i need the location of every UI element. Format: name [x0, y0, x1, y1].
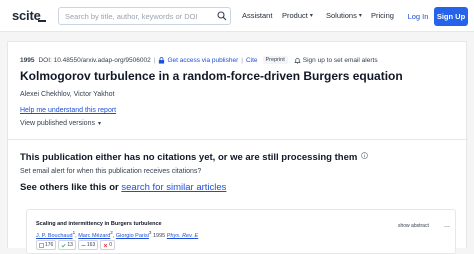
more-options-icon[interactable]: ... — [444, 222, 450, 229]
paper-authors: Alexei Chekhlov, Victor Yakhot — [20, 91, 115, 98]
nav-solutions-label: Solutions — [326, 11, 357, 20]
paper-doi[interactable]: DOI: 10.48550/arxiv.adap-org/9506002 — [38, 57, 150, 64]
bell-icon — [293, 57, 301, 64]
related-authors: J. P. Bouchaud1, Marc Mézard2, Giorgio P… — [36, 230, 199, 239]
search-input[interactable] — [58, 7, 231, 25]
login-button[interactable]: Log In — [405, 9, 431, 24]
mentioning-icon — [81, 244, 86, 246]
top-navbar: scite Assistant Product▾ Solutions▾ Pric… — [0, 0, 474, 32]
no-citations-heading: This publication either has no citations… — [20, 152, 368, 163]
chevron-down-icon: ▾ — [97, 121, 101, 127]
search-icon[interactable] — [217, 11, 227, 21]
nav-assistant[interactable]: Assistant — [242, 11, 272, 20]
see-others-heading: See others like this or search for simil… — [20, 182, 226, 193]
chevron-down-icon: ▾ — [358, 13, 362, 19]
related-journal[interactable]: Phys. Rev. E — [167, 233, 198, 239]
divider — [8, 139, 468, 140]
scite-logo[interactable]: scite — [12, 8, 41, 23]
related-year: 1995 — [153, 232, 166, 239]
paper-year: 1995 — [20, 56, 35, 64]
contrasting-badge[interactable]: 0 — [100, 240, 116, 250]
see-others-text: See others like this or — [20, 182, 122, 193]
related-author[interactable]: Marc Mézard — [78, 233, 110, 239]
nav-product-label: Product — [282, 11, 308, 20]
published-versions-toggle[interactable]: View published versions ▾ — [20, 120, 101, 127]
contrasting-icon — [104, 243, 108, 247]
paper-meta: 1995 DOI: 10.48550/arxiv.adap-org/950600… — [20, 56, 378, 64]
related-title[interactable]: Scaling and intermittency in Burgers tur… — [36, 221, 162, 227]
info-icon[interactable] — [361, 152, 368, 159]
signup-button[interactable]: Sign Up — [434, 7, 468, 26]
versions-label: View published versions — [20, 120, 95, 127]
lock-icon — [159, 56, 165, 64]
chevron-down-icon: ▾ — [309, 13, 313, 19]
similar-articles-link[interactable]: search for similar articles — [121, 182, 226, 193]
cite-link[interactable]: Cite — [246, 57, 258, 64]
paper-title: Kolmogorov turbulence in a random-force-… — [20, 69, 403, 83]
preprint-badge: Preprint — [262, 56, 288, 64]
related-author[interactable]: J. P. Bouchaud — [36, 233, 73, 239]
email-alert-label: Set email alert for when this publicatio… — [20, 168, 202, 175]
mentioning-badge[interactable]: 163 — [77, 240, 99, 250]
show-abstract-button[interactable]: show abstract — [398, 223, 429, 229]
paper-card: 1995 DOI: 10.48550/arxiv.adap-org/950600… — [7, 41, 468, 254]
citations-badge[interactable]: 176 — [36, 240, 57, 250]
related-article-card[interactable]: Scaling and intermittency in Burgers tur… — [26, 209, 456, 254]
nav-pricing-label: Pricing — [371, 11, 394, 20]
supporting-badge[interactable]: 13 — [58, 240, 76, 250]
nav-product[interactable]: Product ▾ — [282, 11, 313, 20]
citations-icon — [39, 242, 44, 248]
nav-pricing[interactable]: Pricing — [371, 11, 394, 20]
access-link[interactable]: Get access via publisher — [167, 57, 238, 64]
logo-underscore — [38, 20, 46, 22]
email-alerts-link[interactable]: Sign up to set email alerts — [303, 57, 378, 64]
nav-assistant-label: Assistant — [242, 11, 273, 20]
citation-badges: 176 13 163 0 — [36, 240, 116, 250]
help-link[interactable]: Help me understand this report — [20, 107, 116, 114]
nav-solutions[interactable]: Solutions ▾ — [326, 11, 362, 20]
no-citations-text: This publication either has no citations… — [20, 152, 358, 163]
supporting-icon — [61, 243, 66, 247]
related-author[interactable]: Giorgio Parisi — [116, 233, 149, 239]
